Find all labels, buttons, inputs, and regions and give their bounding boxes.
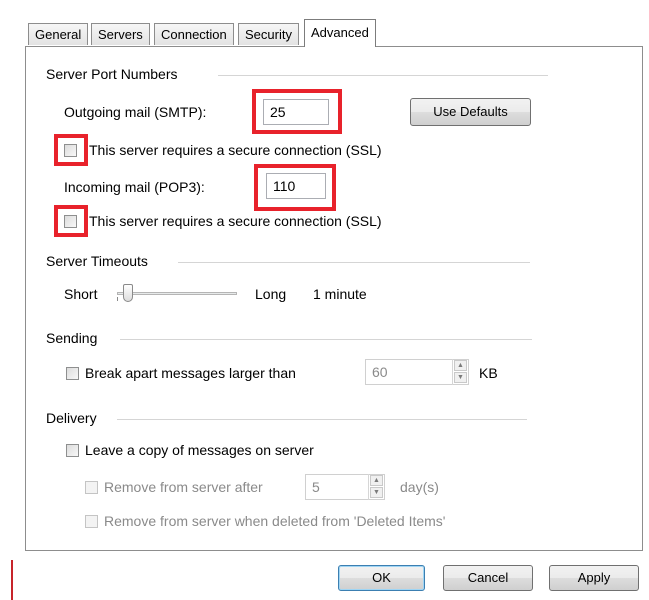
leave-copy-checkbox[interactable] [66, 444, 79, 457]
leave-copy-label: Leave a copy of messages on server [85, 442, 314, 458]
server-port-numbers-heading: Server Port Numbers [46, 66, 178, 82]
ok-button[interactable]: OK [338, 565, 425, 591]
pop3-port-input[interactable]: 110 [266, 173, 326, 199]
ssl-incoming-checkbox[interactable] [64, 215, 77, 228]
break-apart-label: Break apart messages larger than [85, 365, 296, 381]
apply-button[interactable]: Apply [549, 565, 639, 591]
advanced-settings-content: Server Port Numbers Outgoing mail (SMTP)… [0, 0, 649, 600]
remove-after-unit-label: day(s) [400, 479, 439, 495]
sending-divider [120, 339, 532, 340]
ssl-outgoing-label: This server requires a secure connection… [89, 142, 382, 158]
outgoing-mail-label: Outgoing mail (SMTP): [64, 104, 207, 120]
timeout-short-label: Short [64, 286, 98, 302]
delivery-divider [117, 419, 527, 420]
timeout-slider-track[interactable] [117, 292, 237, 295]
sending-heading: Sending [46, 330, 98, 346]
server-timeouts-divider [178, 262, 530, 263]
break-apart-unit-label: KB [479, 365, 498, 381]
use-defaults-button[interactable]: Use Defaults [410, 98, 531, 126]
spinner-up-icon[interactable]: ▲ [454, 360, 467, 371]
break-apart-checkbox[interactable] [66, 367, 79, 380]
remove-after-days-spinner[interactable]: ▲ ▼ [368, 474, 384, 500]
timeout-slider-thumb[interactable] [122, 284, 133, 302]
break-apart-size-spinner[interactable]: ▲ ▼ [452, 359, 468, 385]
spinner-up-icon[interactable]: ▲ [370, 475, 383, 486]
server-port-numbers-divider [218, 75, 548, 76]
remove-deleted-checkbox[interactable] [85, 515, 98, 528]
spinner-down-icon[interactable]: ▼ [370, 487, 383, 498]
spinner-down-icon[interactable]: ▼ [454, 372, 467, 383]
incoming-mail-label: Incoming mail (POP3): [64, 179, 205, 195]
cancel-button[interactable]: Cancel [443, 565, 533, 591]
smtp-port-input[interactable]: 25 [263, 99, 329, 125]
delivery-heading: Delivery [46, 410, 97, 426]
ssl-incoming-label: This server requires a secure connection… [89, 213, 382, 229]
timeout-value-label: 1 minute [313, 286, 367, 302]
timeout-slider-tick [117, 297, 118, 301]
ssl-outgoing-checkbox[interactable] [64, 144, 77, 157]
remove-after-label: Remove from server after [104, 479, 263, 495]
timeout-long-label: Long [255, 286, 287, 302]
server-timeouts-heading: Server Timeouts [46, 253, 148, 269]
remove-after-checkbox[interactable] [85, 481, 98, 494]
remove-deleted-label: Remove from server when deleted from 'De… [104, 513, 446, 529]
